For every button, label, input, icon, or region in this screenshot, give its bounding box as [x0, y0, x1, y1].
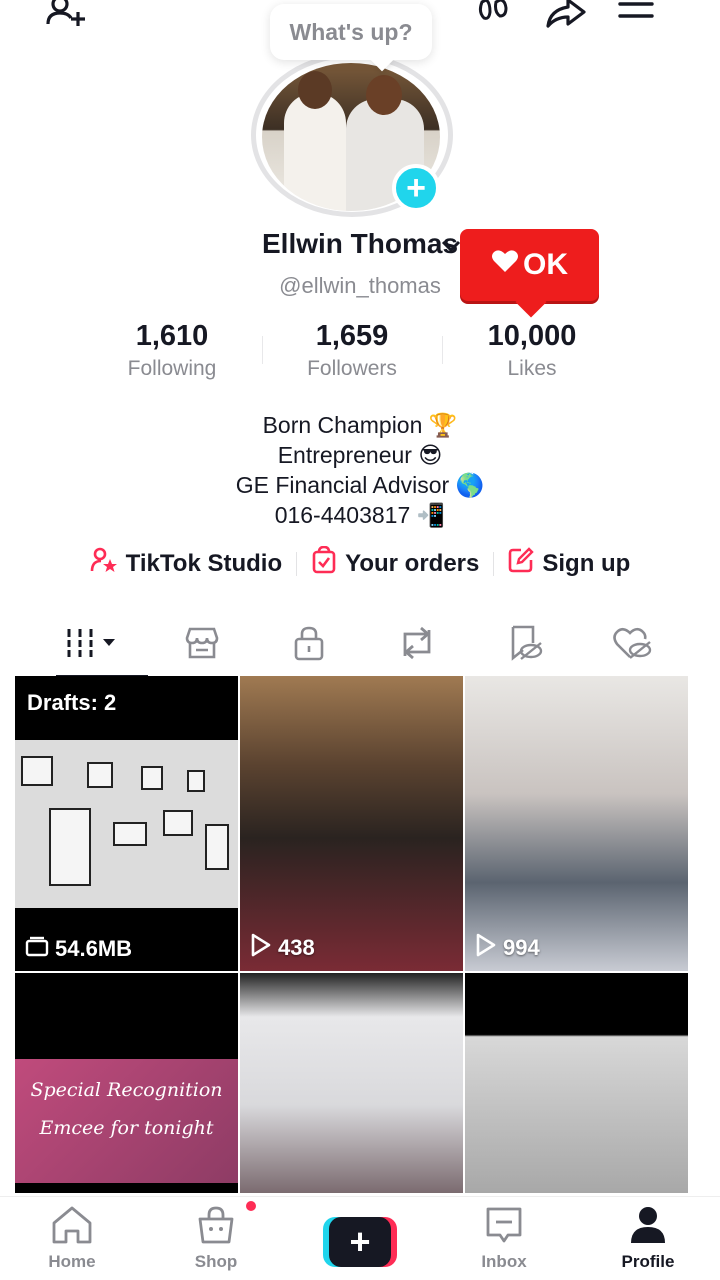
- edit-icon: [508, 547, 535, 580]
- inbox-icon: [484, 1205, 524, 1250]
- view-count-text: 994: [503, 935, 540, 960]
- drafts-stack-icon: [25, 935, 49, 963]
- footprints-icon[interactable]: [470, 0, 518, 34]
- bio-line: Entrepreneur 😎: [277, 442, 443, 468]
- repost-icon: [397, 626, 437, 665]
- view-count-text: 438: [278, 935, 315, 960]
- home-icon: [50, 1205, 94, 1250]
- stat-value: 10,000: [487, 320, 577, 352]
- drafts-label: Drafts: 2: [27, 690, 117, 715]
- menu-icon[interactable]: [612, 0, 660, 34]
- add-friend-icon[interactable]: [42, 0, 90, 34]
- profile-bio: Born Champion 🏆 Entrepreneur 😎 GE Financ…: [0, 410, 720, 530]
- bio-line: 016-4403817 📲: [274, 502, 446, 528]
- avatar-head-right: [366, 75, 402, 115]
- heart-icon: [491, 248, 519, 282]
- stat-followers[interactable]: 1,659 Followers: [262, 320, 442, 388]
- play-icon: [250, 933, 272, 963]
- tab-liked[interactable]: [578, 614, 686, 676]
- nav-label: Shop: [194, 1252, 238, 1271]
- heart-hidden-icon: [612, 626, 652, 665]
- videos-grid-icon: [65, 627, 123, 664]
- like-popup-text: OK: [523, 248, 568, 281]
- shop-bag-icon: [196, 1205, 236, 1250]
- avatar-head-left: [298, 71, 332, 109]
- stat-label: Following: [127, 357, 217, 380]
- video-grid: Drafts: 2 54.6MB 438 994 Special Recogni…: [15, 676, 688, 1196]
- stat-value: 1,610: [135, 320, 209, 352]
- stat-following[interactable]: 1,610 Following: [82, 320, 262, 388]
- bookmark-hidden-icon: [507, 625, 543, 666]
- link-label: Sign up: [542, 549, 631, 577]
- wall-frame: [141, 766, 163, 790]
- sign-up-link[interactable]: Sign up: [494, 547, 644, 580]
- shop-storefront-icon: [183, 626, 221, 665]
- wall-frame: [113, 822, 147, 846]
- view-count: 438: [250, 933, 315, 963]
- nav-home[interactable]: Home: [0, 1197, 144, 1280]
- tab-private[interactable]: [255, 614, 363, 676]
- profile-handle: @ellwin_thomas: [279, 273, 441, 298]
- nav-label: Profile: [621, 1252, 675, 1271]
- link-label: Your orders: [345, 549, 480, 577]
- share-icon[interactable]: [542, 0, 590, 34]
- stat-label: Likes: [507, 357, 557, 380]
- video-tile[interactable]: 438: [240, 676, 463, 971]
- drafts-thumbnail: [15, 740, 238, 908]
- video-tile[interactable]: [465, 973, 688, 1193]
- stat-label: Followers: [307, 357, 397, 380]
- stat-likes[interactable]: 10,000 Likes: [442, 320, 622, 388]
- studio-icon: [90, 547, 118, 580]
- thumbnail-text: Emcee for tonight: [39, 1117, 214, 1139]
- chevron-down-icon: [440, 238, 462, 259]
- profile-name-row[interactable]: Ellwin Thomas: [0, 228, 720, 260]
- video-tile[interactable]: [240, 973, 463, 1193]
- stat-value: 1,659: [315, 320, 389, 352]
- wall-frame: [187, 770, 205, 792]
- plus-icon: +: [329, 1217, 391, 1267]
- content-tabs: [40, 614, 686, 678]
- bio-line: GE Financial Advisor 🌎: [235, 472, 485, 498]
- video-tile[interactable]: 994: [465, 676, 688, 971]
- wall-frame: [21, 756, 53, 786]
- wall-frame: [163, 810, 193, 836]
- nav-shop[interactable]: Shop: [144, 1197, 288, 1280]
- wall-frame: [205, 824, 229, 870]
- tab-shop[interactable]: [148, 614, 256, 676]
- nav-label: Home: [48, 1252, 96, 1271]
- video-tile[interactable]: Special Recognition Emcee for tonight: [15, 973, 238, 1193]
- like-popup[interactable]: OK: [460, 229, 599, 301]
- nav-inbox[interactable]: Inbox: [432, 1197, 576, 1280]
- notification-dot: [244, 1199, 258, 1213]
- drafts-size-text: 54.6MB: [55, 936, 133, 961]
- nav-profile[interactable]: Profile: [576, 1197, 720, 1280]
- bio-line: Born Champion 🏆: [262, 412, 458, 438]
- tab-reposts[interactable]: [363, 614, 471, 676]
- profile-name: Ellwin Thomas: [261, 228, 459, 259]
- tab-videos[interactable]: [40, 614, 148, 678]
- create-button[interactable]: +: [323, 1217, 397, 1267]
- bottom-nav: Home Shop + Inbox Profile: [0, 1196, 720, 1280]
- profile-person-icon: [628, 1205, 668, 1250]
- avatar-person-left: [284, 93, 346, 211]
- add-avatar-button[interactable]: +: [392, 164, 440, 212]
- tiktok-studio-link[interactable]: TikTok Studio: [76, 547, 296, 580]
- wall-frame: [49, 808, 91, 886]
- drafts-tile[interactable]: Drafts: 2 54.6MB: [15, 676, 238, 971]
- your-orders-link[interactable]: Your orders: [297, 545, 493, 581]
- view-count: 994: [475, 933, 540, 963]
- wall-frame: [87, 762, 113, 788]
- nav-label: Inbox: [481, 1252, 527, 1271]
- profile-stats: 1,610 Following 1,659 Followers 10,000 L…: [82, 320, 622, 388]
- link-label: TikTok Studio: [125, 549, 283, 577]
- lock-icon: [292, 625, 326, 666]
- status-bubble[interactable]: What's up?: [270, 4, 432, 60]
- orders-icon: [311, 545, 337, 581]
- thumbnail-text: Special Recognition: [30, 1079, 223, 1101]
- profile-links: TikTok Studio Your orders Sign up: [0, 545, 720, 581]
- play-icon: [475, 933, 497, 963]
- nav-create[interactable]: +: [288, 1197, 432, 1280]
- tab-favorites[interactable]: [471, 614, 579, 676]
- drafts-size: 54.6MB: [25, 935, 132, 963]
